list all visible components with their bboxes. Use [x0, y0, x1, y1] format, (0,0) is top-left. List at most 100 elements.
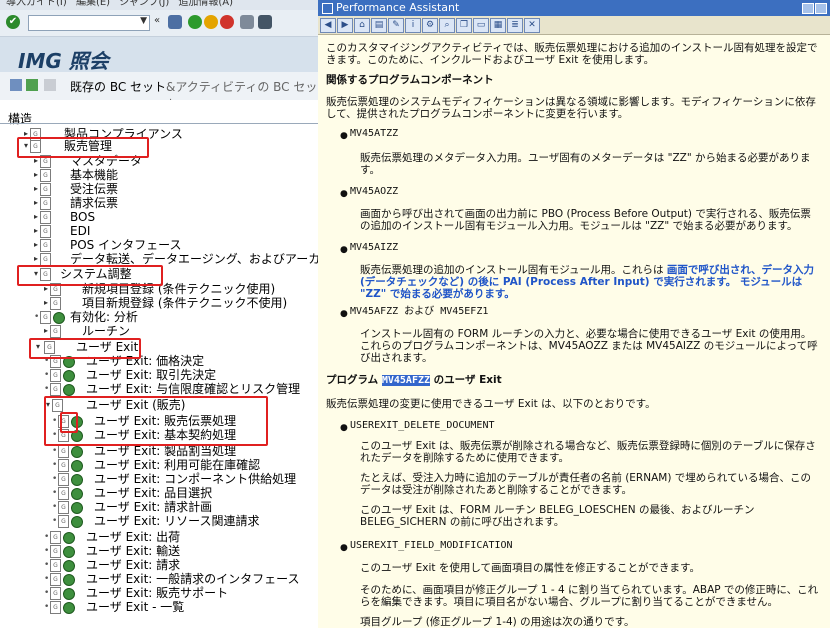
find-icon[interactable]: ⌕	[439, 18, 455, 33]
save-icon[interactable]	[168, 15, 182, 29]
exit-icon[interactable]	[204, 15, 218, 29]
find-icon[interactable]	[258, 15, 272, 29]
tree-node-exit-credit[interactable]: • G ユーザ Exit: 与信限度確認とリスク管理	[0, 382, 318, 396]
documentation-icon[interactable]: G	[58, 459, 69, 472]
monitor-icon[interactable]: ▭	[473, 18, 489, 33]
settings-icon[interactable]: ⚙	[422, 18, 438, 33]
cancel-icon[interactable]	[220, 15, 234, 29]
documentation-icon[interactable]: G	[40, 239, 51, 252]
documentation-icon[interactable]: G	[58, 487, 69, 500]
back-arrow-icon[interactable]: ◀	[320, 18, 336, 33]
tree-node-exit-resource[interactable]: • G ユーザ Exit: リソース関連請求	[0, 514, 318, 528]
documentation-icon[interactable]: G	[50, 573, 61, 586]
documentation-icon[interactable]: G	[40, 311, 51, 324]
expand-arrow-icon[interactable]: ▸	[42, 324, 50, 338]
documentation-icon[interactable]: G	[50, 587, 61, 600]
expand-arrow-icon[interactable]: ▸	[32, 252, 40, 266]
tree-node-exit-allocation[interactable]: • G ユーザ Exit: 製品割当処理	[0, 444, 318, 458]
expand-arrow-icon[interactable]: ▸	[32, 238, 40, 252]
tree-node-exit-component[interactable]: • G ユーザ Exit: コンポーネント供給処理	[0, 472, 318, 486]
tree-node-exit-shipping[interactable]: • G ユーザ Exit: 出荷	[0, 530, 318, 544]
documentation-icon[interactable]: G	[58, 501, 69, 514]
back-arrows-icon[interactable]: «	[154, 15, 168, 29]
close-icon[interactable]: ✕	[524, 18, 540, 33]
tree-node-bos[interactable]: ▸ G BOS	[0, 210, 318, 224]
documentation-icon[interactable]: G	[50, 297, 61, 310]
tree-node-exit-material-determination[interactable]: • G ユーザ Exit: 品目選択	[0, 486, 318, 500]
expand-arrow-icon[interactable]: ▸	[32, 210, 40, 224]
documentation-icon[interactable]: G	[50, 383, 61, 396]
menu-jump[interactable]: ジャンプ(J)	[119, 0, 169, 8]
documentation-icon[interactable]: G	[40, 211, 51, 224]
edit-icon[interactable]: ✎	[388, 18, 404, 33]
execute-activity-icon[interactable]	[63, 546, 75, 558]
expand-arrow-icon[interactable]: ▸	[32, 182, 40, 196]
execute-activity-icon[interactable]	[63, 574, 75, 586]
menu-extras[interactable]: 追加情報(A)	[178, 0, 233, 8]
documentation-icon[interactable]: G	[40, 225, 51, 238]
tree-node-billing[interactable]: ▸ G 請求伝票	[0, 196, 318, 210]
minimize-icon[interactable]	[802, 3, 814, 14]
execute-activity-icon[interactable]	[71, 516, 83, 528]
tile-icon[interactable]: ▦	[490, 18, 506, 33]
release-notes-icon[interactable]	[44, 79, 56, 91]
chevron-down-icon[interactable]: ▼	[140, 16, 147, 26]
documentation-icon[interactable]: G	[40, 197, 51, 210]
execute-activity-icon[interactable]	[63, 560, 75, 572]
documentation-icon[interactable]: G	[50, 325, 61, 338]
enter-check-icon[interactable]: ✔	[6, 15, 20, 29]
back-icon[interactable]	[188, 15, 202, 29]
documentation-icon[interactable]: G	[50, 545, 61, 558]
tree-node-exit-transport[interactable]: • G ユーザ Exit: 輸送	[0, 544, 318, 558]
execute-activity-icon[interactable]	[71, 446, 83, 458]
tree-node-data-transfer[interactable]: ▸ G データ転送、データエージング、およびアーカイブ	[0, 252, 318, 266]
execute-activity-icon[interactable]	[71, 474, 83, 486]
print-icon[interactable]	[240, 15, 254, 29]
tree-node-exit-billing-plan[interactable]: • G ユーザ Exit: 請求計画	[0, 500, 318, 514]
expand-arrow-icon[interactable]: ▸	[42, 296, 50, 310]
execute-activity-icon[interactable]	[63, 532, 75, 544]
tree-node-exit-general-billing[interactable]: • G ユーザ Exit: 一般請求のインタフェース	[0, 572, 318, 586]
execute-activity-icon[interactable]	[71, 460, 83, 472]
documentation-icon[interactable]: G	[40, 183, 51, 196]
expand-icon[interactable]	[10, 79, 22, 91]
tree-node-exit-billing[interactable]: • G ユーザ Exit: 請求	[0, 558, 318, 572]
tree-node-exit-sales-support[interactable]: • G ユーザ Exit: 販売サポート	[0, 586, 318, 600]
execute-activity-icon[interactable]	[63, 588, 75, 600]
execute-activity-icon[interactable]	[63, 602, 75, 614]
info-icon[interactable]: i	[405, 18, 421, 33]
documentation-icon[interactable]: G	[58, 473, 69, 486]
tree-node-new-fields-nocondition[interactable]: ▸ G 項目新規登録 (条件テクニック不使用)	[0, 296, 318, 310]
documentation-icon[interactable]: G	[58, 515, 69, 528]
execute-activity-icon[interactable]	[53, 312, 65, 324]
command-field[interactable]: ▼	[28, 15, 150, 31]
tree-node-edi[interactable]: ▸ G EDI	[0, 224, 318, 238]
existing-bc-set-button[interactable]: 既存の BC セット	[70, 78, 166, 95]
expand-arrow-icon[interactable]: ▸	[32, 224, 40, 238]
execute-activity-icon[interactable]	[63, 384, 75, 396]
print-icon[interactable]: ▤	[371, 18, 387, 33]
expand-arrow-icon[interactable]: ▸	[32, 196, 40, 210]
maximize-icon[interactable]	[815, 3, 827, 14]
execute-activity-icon[interactable]	[71, 488, 83, 500]
documentation-icon[interactable]: G	[40, 169, 51, 182]
tree-node-exit-atp[interactable]: • G ユーザ Exit: 利用可能在庫確認	[0, 458, 318, 472]
tree-node-activation-analysis[interactable]: • G 有効化: 分析	[0, 310, 318, 324]
tree-node-exit-partner[interactable]: • G ユーザ Exit: 取引先決定	[0, 368, 318, 382]
home-icon[interactable]: ⌂	[354, 18, 370, 33]
menu-guide[interactable]: 導入ガイド(I)	[6, 0, 67, 8]
documentation-icon[interactable]	[26, 79, 38, 91]
menu-edit[interactable]: 編集(E)	[76, 0, 110, 8]
tree-node-pos-interface[interactable]: ▸ G POS インタフェース	[0, 238, 318, 252]
documentation-icon[interactable]: G	[58, 445, 69, 458]
forward-arrow-icon[interactable]: ▶	[337, 18, 353, 33]
execute-activity-icon[interactable]	[71, 502, 83, 514]
tree-node-basic-functions[interactable]: ▸ G 基本機能	[0, 168, 318, 182]
tree-node-exit-list[interactable]: • G ユーザ Exit - 一覧	[0, 600, 318, 614]
documentation-icon[interactable]: G	[50, 601, 61, 614]
documentation-icon[interactable]: G	[50, 559, 61, 572]
documentation-icon[interactable]: G	[50, 369, 61, 382]
copy-icon[interactable]: ❐	[456, 18, 472, 33]
execute-activity-icon[interactable]	[63, 370, 75, 382]
expand-arrow-icon[interactable]: ▸	[32, 168, 40, 182]
